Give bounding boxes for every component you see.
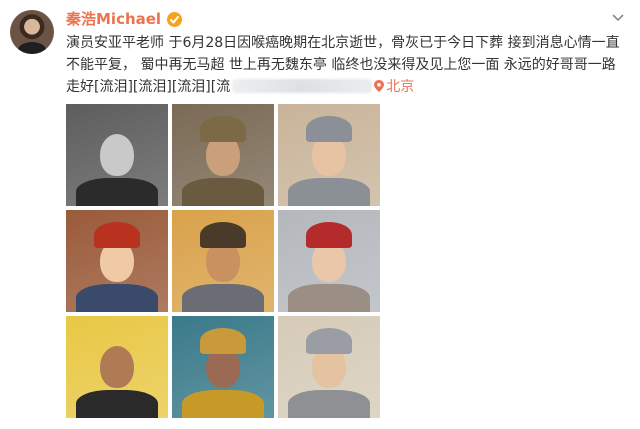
photo-7[interactable] bbox=[66, 316, 168, 418]
location-label: 北京 bbox=[386, 79, 415, 95]
photo-figure-body bbox=[76, 284, 158, 312]
photo-2[interactable] bbox=[172, 104, 274, 206]
photo-5[interactable] bbox=[172, 210, 274, 312]
photo-figure-body bbox=[288, 390, 370, 418]
avatar[interactable] bbox=[10, 10, 54, 54]
photo-figure-headwear bbox=[306, 222, 352, 248]
photo-figure-headwear bbox=[200, 328, 246, 354]
photo-figure-body bbox=[288, 284, 370, 312]
more-options-button[interactable] bbox=[610, 10, 626, 26]
photo-4[interactable] bbox=[66, 210, 168, 312]
photo-figure-headwear bbox=[306, 328, 352, 354]
location-pin-icon bbox=[374, 80, 385, 92]
photo-1[interactable] bbox=[66, 104, 168, 206]
photo-figure-body bbox=[76, 390, 158, 418]
photo-figure-body bbox=[182, 284, 264, 312]
photo-figure-headwear bbox=[306, 116, 352, 142]
photo-6[interactable] bbox=[278, 210, 380, 312]
photo-figure-body bbox=[288, 178, 370, 206]
photo-8[interactable] bbox=[172, 316, 274, 418]
photo-grid bbox=[66, 104, 392, 418]
post-text: 演员安亚平老师 于6月28日因喉癌晚期在北京逝世，骨灰已于今日下葬 接到消息心情… bbox=[66, 32, 626, 98]
username[interactable]: 秦浩Michael bbox=[66, 10, 161, 28]
photo-figure-headwear bbox=[200, 222, 246, 248]
photo-figure-face bbox=[100, 134, 134, 176]
photo-figure-body bbox=[182, 390, 264, 418]
photo-figure-headwear bbox=[200, 116, 246, 142]
location-link[interactable]: 北京 bbox=[374, 79, 414, 95]
photo-figure-body bbox=[182, 178, 264, 206]
verified-badge-icon bbox=[167, 11, 183, 27]
photo-9[interactable] bbox=[278, 316, 380, 418]
user-row: 秦浩Michael bbox=[66, 10, 183, 28]
photo-3[interactable] bbox=[278, 104, 380, 206]
photo-figure-headwear bbox=[94, 222, 140, 248]
blurred-region bbox=[232, 79, 373, 93]
weibo-post: 秦浩Michael 演员安亚平老师 于6月28日因喉癌晚期在北京逝世，骨灰已于今… bbox=[0, 0, 640, 429]
chevron-down-icon bbox=[612, 14, 624, 22]
photo-figure-face bbox=[100, 346, 134, 388]
photo-figure-body bbox=[76, 178, 158, 206]
